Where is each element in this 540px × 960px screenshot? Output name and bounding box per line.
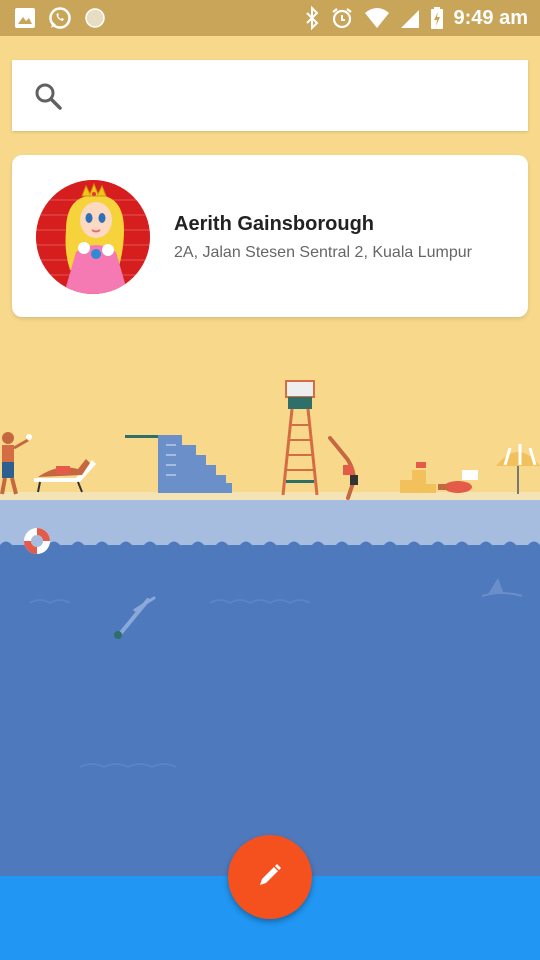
circle-icon — [84, 7, 106, 29]
search-icon[interactable] — [34, 82, 62, 115]
pencil-icon — [255, 860, 285, 895]
avatar — [36, 180, 150, 294]
contact-address: 2A, Jalan Stesen Sentral 2, Kuala Lumpur — [174, 244, 472, 261]
edit-fab-button[interactable] — [228, 835, 312, 919]
status-bar: 9:49 am — [0, 0, 540, 36]
wifi-icon — [364, 7, 390, 29]
contact-name: Aerith Gainsborough — [174, 213, 374, 235]
status-bar-right-icons: 9:49 am — [304, 6, 529, 30]
whatsapp-icon — [48, 6, 72, 30]
status-bar-left-icons — [14, 6, 106, 30]
clock-time: 9:49 am — [453, 6, 529, 29]
image-icon — [14, 7, 36, 29]
search-bar[interactable] — [12, 60, 528, 131]
contact-card[interactable]: Aerith Gainsborough 2A, Jalan Stesen Sen… — [12, 155, 528, 317]
bluetooth-icon — [304, 6, 320, 30]
battery-charging-icon — [430, 6, 444, 30]
alarm-icon — [330, 6, 354, 30]
princess-avatar-icon — [36, 180, 150, 294]
lifebuoy-icon — [24, 528, 50, 554]
beach-scene-illustration — [0, 0, 540, 885]
search-input[interactable] — [82, 78, 506, 114]
signal-icon — [400, 7, 420, 29]
